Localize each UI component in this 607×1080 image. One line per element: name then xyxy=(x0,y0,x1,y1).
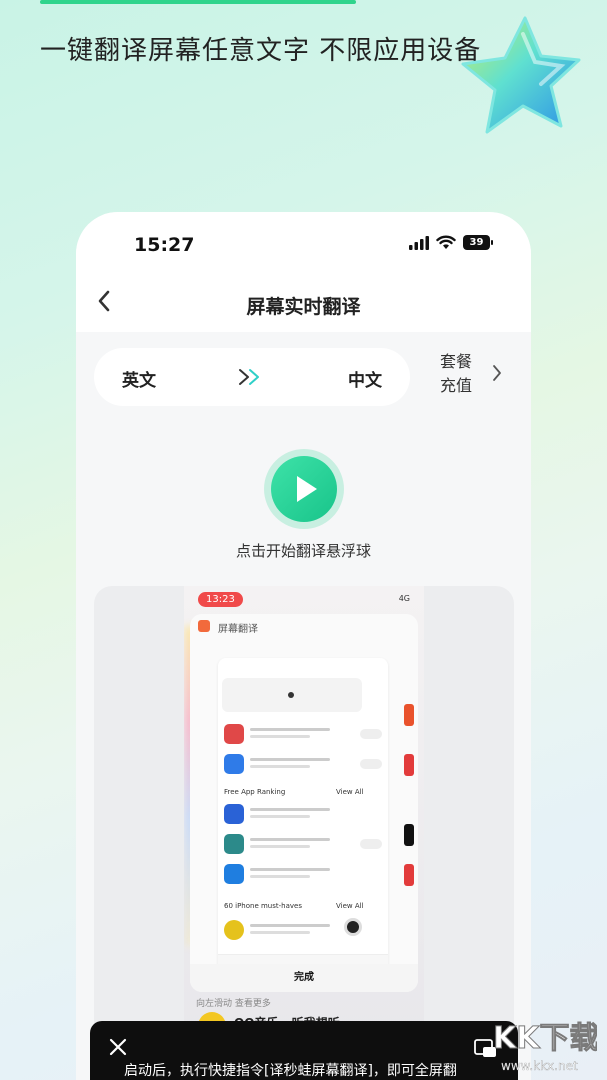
toast-message: 启动后，执行快捷指令[译秒蛙屏幕翻译]，即可全屏翻 xyxy=(124,1063,457,1079)
demo-screenshot: 13:23 4G 屏幕翻译 Free App Ranking View All … xyxy=(184,586,424,1080)
status-bar: 15:27 39 xyxy=(76,212,531,272)
demo-float-ball xyxy=(344,918,362,936)
demo-list-row xyxy=(224,804,382,826)
chevron-right-icon[interactable] xyxy=(490,362,504,384)
signal-icon xyxy=(409,235,429,250)
swap-arrows-icon[interactable] xyxy=(236,366,264,388)
demo-floating-dialog xyxy=(222,678,362,712)
page-title: 屏幕实时翻译 xyxy=(246,296,361,318)
plan-label-1: 套餐 xyxy=(440,352,473,371)
demo-dot xyxy=(288,692,294,698)
play-button-core[interactable] xyxy=(271,456,337,522)
demo-list-row xyxy=(224,724,382,746)
language-selector[interactable]: 英文 中文 xyxy=(94,348,410,406)
demo-section-link: View All xyxy=(336,902,364,910)
close-icon[interactable] xyxy=(108,1037,128,1057)
demo-swipe-hint: 向左滑动 查看更多 xyxy=(196,999,271,1009)
demo-side-icon xyxy=(404,704,414,726)
demo-section-title: 60 iPhone must-haves xyxy=(224,902,302,910)
start-caption: 点击开始翻译悬浮球 xyxy=(235,542,371,560)
demo-side-icon xyxy=(404,824,414,846)
demo-section-title: Free App Ranking xyxy=(224,788,286,796)
demo-status-time: 13:23 xyxy=(198,592,243,607)
battery-level: 39 xyxy=(469,237,484,248)
demo-section-link: View All xyxy=(336,788,364,796)
watermark-url: www.kkx.net xyxy=(501,1059,578,1073)
demo-list-row xyxy=(224,864,382,886)
status-time: 15:27 xyxy=(134,234,195,256)
nav-bar: 屏幕实时翻译 xyxy=(76,272,531,332)
start-float-button[interactable] xyxy=(264,449,344,529)
demo-app-card: 屏幕翻译 Free App Ranking View All 60 iPhone… xyxy=(190,614,418,992)
instruction-toast: 启动后，执行快捷指令[译秒蛙屏幕翻译]，即可全屏翻 xyxy=(90,1021,518,1080)
plan-label-2: 充值 xyxy=(440,376,473,395)
play-icon xyxy=(297,476,317,502)
battery-icon: 39 xyxy=(463,235,493,250)
demo-list-row xyxy=(224,834,382,856)
phone-mockup: 15:27 39 屏幕实时翻译 英文 中文 套餐 充值 点击开始翻译悬浮球 13… xyxy=(76,212,531,1080)
demo-app-title: 屏幕翻译 xyxy=(218,624,258,635)
demo-preview: 13:23 4G 屏幕翻译 Free App Ranking View All … xyxy=(94,586,514,1080)
demo-list-row xyxy=(224,754,382,776)
promo-headline: 一键翻译屏幕任意文字 不限应用设备 xyxy=(40,36,482,66)
source-language[interactable]: 英文 xyxy=(122,366,156,391)
top-accent-bar xyxy=(40,0,356,4)
demo-side-icon xyxy=(404,864,414,886)
demo-inner-screenshot: Free App Ranking View All 60 iPhone must… xyxy=(218,658,388,978)
star-icon xyxy=(461,16,581,134)
watermark-logo: KK下载 www.kkx.net xyxy=(493,1021,598,1074)
demo-status-network: 4G xyxy=(398,594,410,603)
target-language[interactable]: 中文 xyxy=(348,366,382,391)
demo-app-icon xyxy=(198,620,210,632)
demo-side-icon xyxy=(404,754,414,776)
demo-done-label: 完成 xyxy=(190,964,418,992)
watermark-text: KK下载 xyxy=(493,1021,597,1056)
plan-recharge-link[interactable]: 套餐 充值 xyxy=(440,350,476,398)
wifi-icon xyxy=(436,235,456,249)
